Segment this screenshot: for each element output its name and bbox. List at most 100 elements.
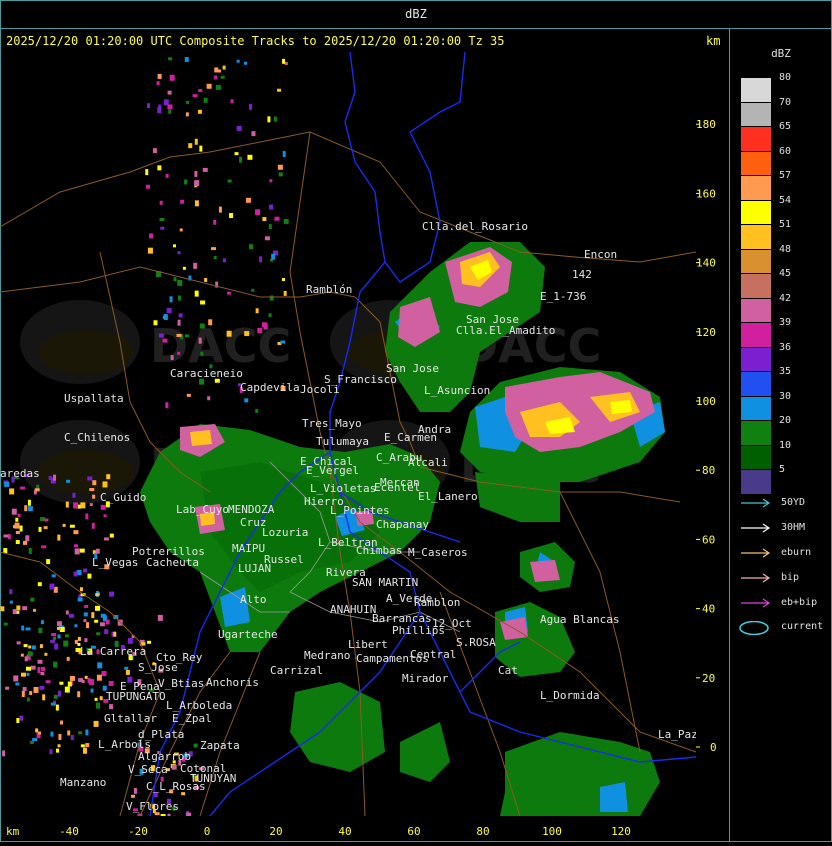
clutter-pixel (96, 549, 100, 554)
legend-swatch-54 (741, 200, 771, 225)
clutter-pixel (75, 548, 80, 554)
clutter-pixel (269, 224, 272, 229)
clutter-pixel (22, 606, 27, 610)
town-label: Ramblon (414, 596, 460, 609)
y-tick-label: 60 (702, 533, 715, 546)
legend-swatch-48 (741, 249, 771, 274)
clutter-pixel (159, 334, 164, 338)
clutter-pixel (53, 662, 57, 668)
town-label: ANAHUIN (330, 603, 376, 616)
clutter-pixel (65, 687, 70, 693)
clutter-pixel (244, 62, 247, 65)
town-label: Clla.El_Amadito (456, 324, 555, 337)
clutter-pixel (211, 247, 216, 250)
town-label: La_Paz (658, 728, 696, 741)
clutter-pixel (24, 505, 27, 511)
clutter-pixel (195, 291, 199, 297)
clutter-pixel (176, 334, 181, 337)
clutter-pixel (56, 705, 59, 711)
clutter-pixel (86, 622, 89, 628)
clutter-pixel (16, 531, 20, 534)
clutter-pixel (277, 89, 281, 92)
clutter-pixel (54, 643, 58, 649)
clutter-pixel (66, 480, 70, 483)
clutter-pixel (83, 569, 87, 573)
town-label: S.ROSA (456, 636, 496, 649)
town-label: Medrano (304, 649, 350, 662)
clutter-pixel (148, 248, 153, 254)
clutter-pixel (244, 331, 249, 336)
legend-label-70: 70 (779, 97, 809, 108)
clutter-pixel (167, 308, 172, 313)
clutter-pixel (75, 640, 78, 644)
radar-map[interactable]: DACC DACC DACC DACC (0, 52, 696, 816)
y-tick-label: 140 (696, 257, 716, 270)
clutter-pixel (57, 627, 61, 630)
x-tick-label: 120 (611, 825, 631, 838)
clutter-pixel (78, 637, 81, 641)
y-tick-label: 40 (702, 603, 715, 616)
track-arrow-icon (739, 522, 773, 534)
clutter-pixel (188, 143, 192, 148)
legend-label-57: 57 (779, 170, 809, 181)
clutter-pixel (259, 256, 262, 262)
clutter-pixel (147, 641, 151, 644)
clutter-pixel (204, 278, 207, 282)
clutter-pixel (39, 686, 44, 690)
clutter-pixel (249, 104, 252, 110)
legend-swatch-20 (741, 420, 771, 445)
town-label: C_Chilenos (64, 431, 130, 444)
clutter-pixel (104, 537, 109, 540)
clutter-pixel (284, 219, 289, 224)
clutter-pixel (110, 534, 114, 538)
clutter-pixel (28, 645, 31, 648)
clutter-pixel (77, 691, 80, 697)
town-label: Clla.del_Rosario (422, 220, 528, 233)
legend-label-60: 60 (779, 146, 809, 157)
clutter-pixel (66, 610, 69, 614)
town-label: Tres_Mayo (302, 417, 362, 430)
clutter-pixel (153, 320, 157, 325)
clutter-pixel (157, 81, 160, 85)
clutter-pixel (247, 155, 252, 160)
clutter-pixel (53, 637, 56, 640)
clutter-pixel (70, 676, 75, 681)
watermark-text-1: DACC (150, 319, 291, 373)
clutter-pixel (177, 280, 182, 286)
town-label: E_Vergel (306, 464, 359, 477)
clutter-pixel (170, 296, 173, 302)
clutter-pixel (73, 530, 78, 534)
clutter-pixel (74, 544, 78, 547)
track-label: eb+bip (781, 597, 817, 608)
legend-swatch-36 (741, 347, 771, 372)
clutter-pixel (158, 615, 163, 621)
clutter-pixel (187, 394, 191, 397)
clutter-pixel (158, 104, 161, 109)
town-label: Zapata (200, 739, 240, 752)
legend-label-10: 10 (779, 440, 809, 451)
clutter-pixel (23, 541, 27, 545)
clutter-pixel (22, 691, 25, 697)
x-tick-label: -20 (128, 825, 148, 838)
clutter-pixel (234, 152, 238, 155)
town-label: Chimbas (356, 544, 402, 557)
clutter-pixel (95, 606, 100, 611)
town-label: L_Asuncion (424, 384, 490, 397)
clutter-pixel (101, 614, 106, 618)
clutter-pixel (37, 660, 42, 664)
clutter-pixel (49, 584, 54, 590)
clutter-pixel (200, 352, 203, 356)
clutter-pixel (74, 571, 78, 576)
town-label: Libert (348, 638, 388, 651)
clutter-pixel (73, 502, 78, 508)
legend-label-65: 65 (779, 121, 809, 132)
clutter-pixel (13, 675, 18, 681)
clutter-pixel (31, 666, 36, 670)
clutter-pixel (87, 476, 92, 480)
clutter-pixel (199, 146, 202, 152)
legend-swatch-51 (741, 224, 771, 249)
x-tick-label: -40 (59, 825, 79, 838)
clutter-pixel (32, 645, 36, 649)
clutter-pixel (58, 744, 61, 747)
clutter-pixel (78, 678, 83, 682)
